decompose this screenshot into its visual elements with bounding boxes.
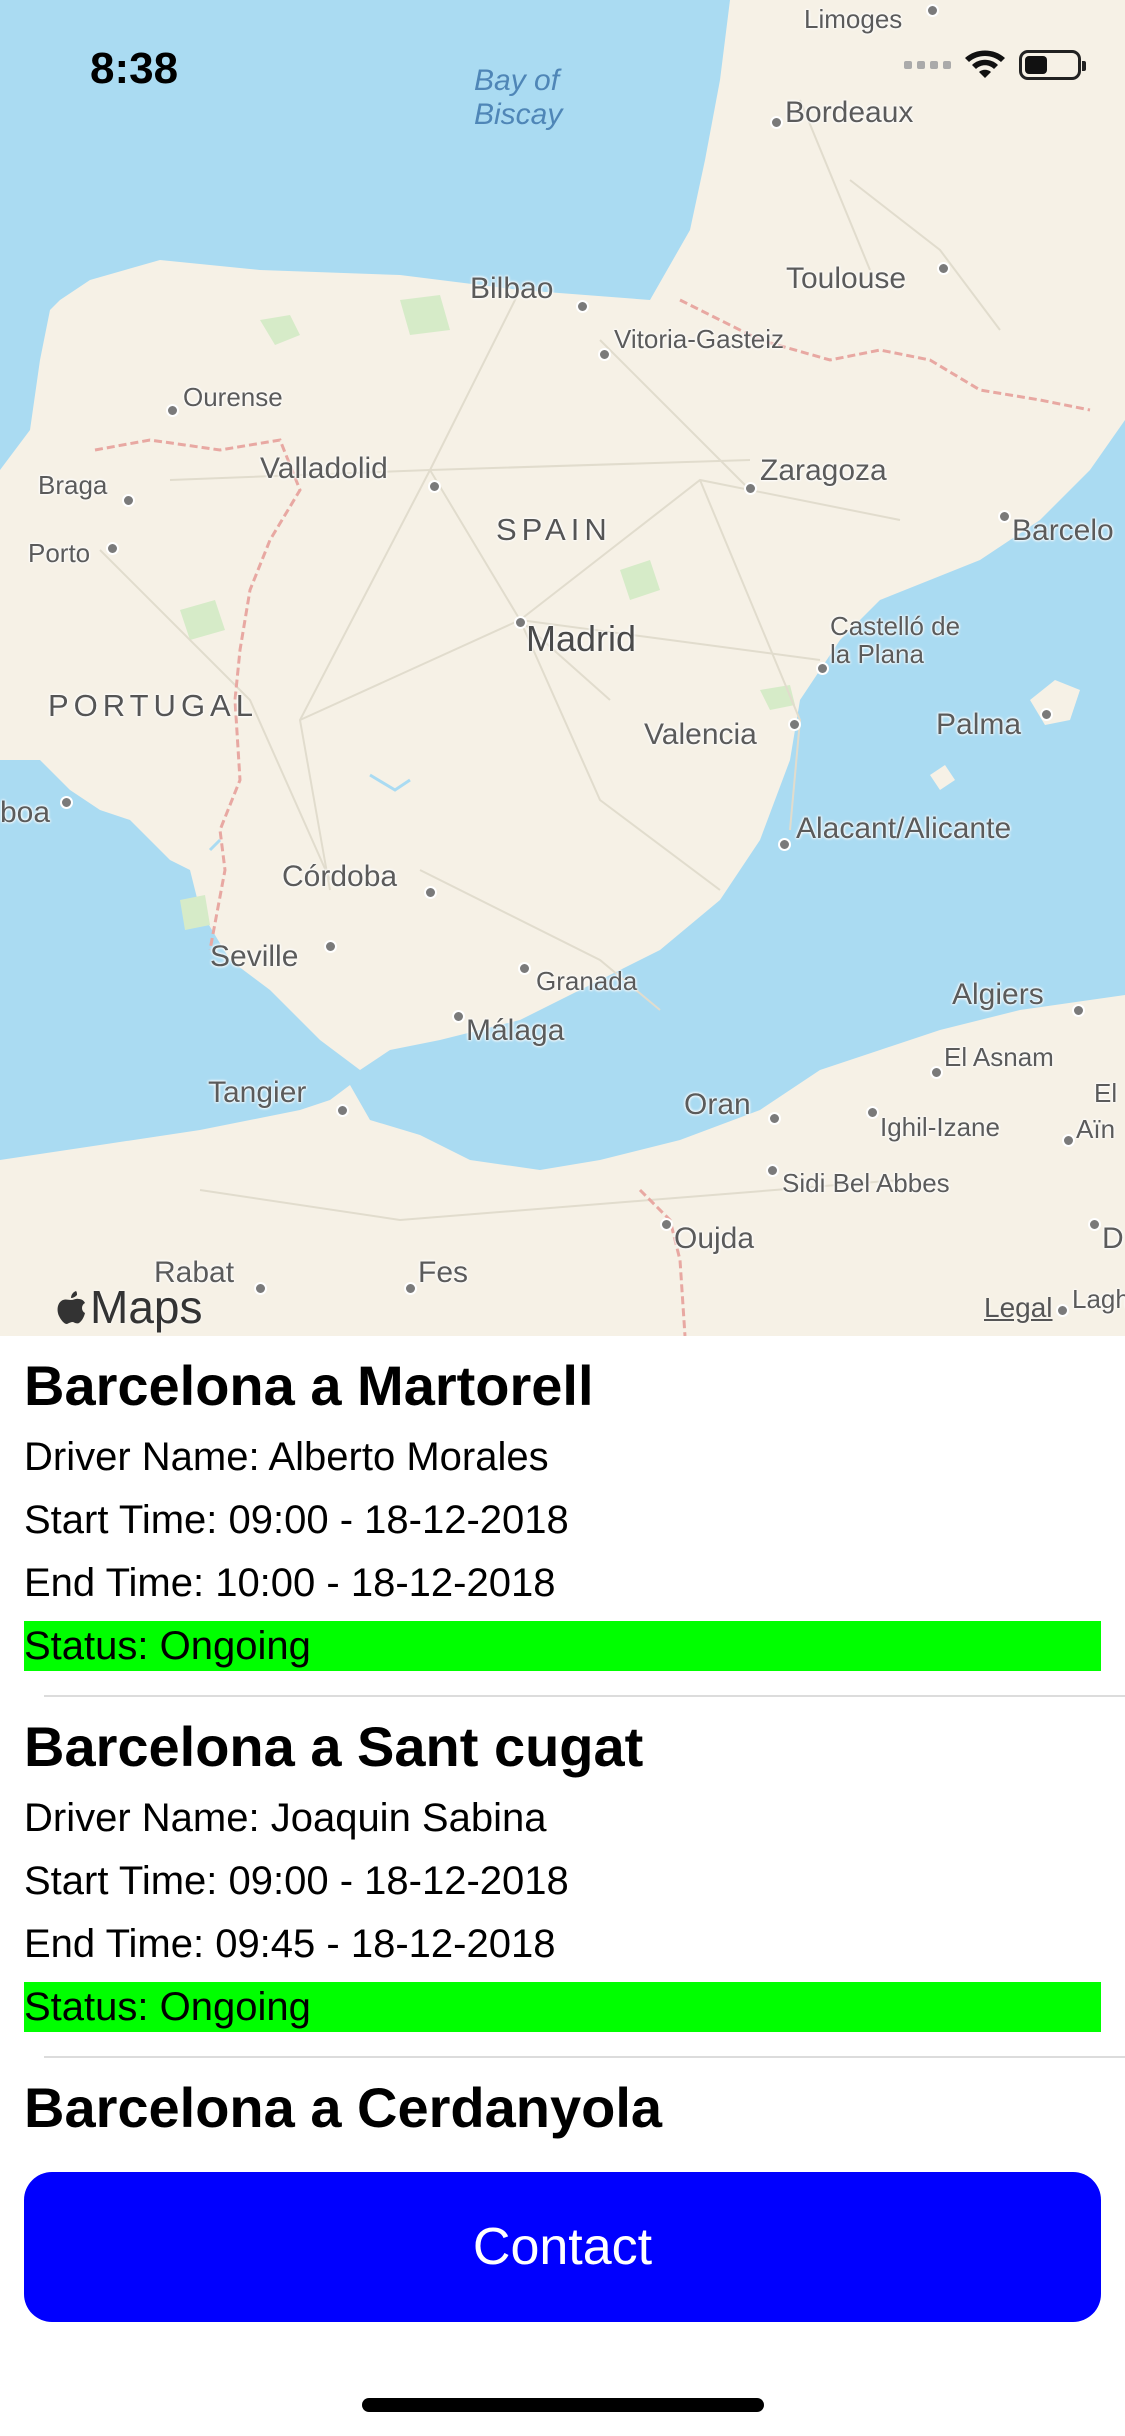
city-label: D <box>1102 1222 1124 1255</box>
city-dot <box>576 300 589 313</box>
city-label: Valladolid <box>260 452 388 485</box>
country-label-portugal: PORTUGAL <box>48 688 258 723</box>
city-label: Sidi Bel Abbes <box>782 1168 950 1198</box>
city-dot <box>324 940 337 953</box>
trip-start-time: Start Time: 09:00 - 18-12-2018 <box>24 1498 569 1542</box>
city-dot <box>1088 1218 1101 1231</box>
city-label: Barcelo <box>1012 514 1114 547</box>
home-indicator[interactable] <box>362 2398 764 2412</box>
city-label: Toulouse <box>786 262 907 295</box>
city-dot <box>926 4 939 17</box>
city-label: Bordeaux <box>785 96 914 129</box>
city-label: Castelló de la Plana <box>830 611 961 669</box>
battery-icon <box>1019 50 1086 80</box>
trip-status-badge: Status: Ongoing <box>24 1621 1101 1671</box>
city-label: Seville <box>210 940 299 973</box>
city-dot <box>816 662 829 675</box>
city-label: Fes <box>418 1256 469 1289</box>
city-dot <box>518 962 531 975</box>
city-dot <box>1072 1004 1085 1017</box>
city-dot <box>1056 1304 1069 1317</box>
city-dot <box>660 1218 673 1231</box>
trip-end-time: End Time: 09:45 - 18-12-2018 <box>24 1922 556 1966</box>
city-dot <box>166 404 179 417</box>
trip-end-time: End Time: 10:00 - 18-12-2018 <box>24 1561 556 1605</box>
city-label: Bilbao <box>470 272 554 305</box>
city-label: Ourense <box>183 382 283 412</box>
trip-title: Barcelona a Cerdanyola <box>24 2076 663 2139</box>
country-label-spain: SPAIN <box>496 512 612 547</box>
city-label: Ighil-Izane <box>880 1112 1000 1142</box>
city-label: Alacant/Alicante <box>796 812 1012 845</box>
city-label: El <box>1094 1078 1118 1108</box>
legal-link[interactable]: Legal <box>984 1292 1053 1324</box>
status-icons <box>904 48 1086 82</box>
city-dot <box>254 1282 267 1295</box>
city-label: Algiers <box>952 978 1044 1011</box>
city-dot <box>336 1104 349 1117</box>
city-dot <box>937 262 950 275</box>
city-dot <box>1062 1134 1075 1147</box>
city-dot <box>428 480 441 493</box>
city-label: Oran <box>684 1088 751 1121</box>
map-view[interactable]: Bay of Biscay SPAIN PORTUGAL Limoges Bor… <box>0 0 1125 1336</box>
city-dot <box>424 886 437 899</box>
apple-maps-logo: Maps <box>54 1280 202 1334</box>
city-label: Oujda <box>674 1222 755 1255</box>
trip-row[interactable]: Barcelona a Martorell Driver Name: Alber… <box>0 1336 1125 1671</box>
trip-driver: Driver Name: Alberto Morales <box>24 1435 549 1479</box>
apple-logo-icon <box>57 1291 85 1324</box>
city-dot <box>866 1106 879 1119</box>
city-label: Porto <box>28 538 91 568</box>
city-dot <box>766 1164 779 1177</box>
city-label: Zaragoza <box>760 454 887 487</box>
city-label-capital: Madrid <box>526 618 637 659</box>
city-dot <box>768 1112 781 1125</box>
cellular-signal-icon <box>904 61 951 69</box>
city-dot <box>1040 708 1053 721</box>
city-label: Aïn <box>1076 1114 1116 1144</box>
contact-button[interactable]: Contact <box>24 2172 1101 2322</box>
city-label: Limoges <box>804 4 903 34</box>
city-dot <box>788 718 801 731</box>
city-dot <box>404 1282 417 1295</box>
city-dot <box>998 510 1011 523</box>
trip-row[interactable]: Barcelona a Sant cugat Driver Name: Joaq… <box>0 1697 1125 2032</box>
trip-list[interactable]: Barcelona a Martorell Driver Name: Alber… <box>0 1336 1125 2148</box>
city-dot <box>598 348 611 361</box>
maps-logo-text: Maps <box>90 1281 203 1333</box>
city-dot <box>744 482 757 495</box>
city-label: boa <box>0 796 51 829</box>
wifi-icon <box>965 50 1005 78</box>
city-dot <box>514 616 527 629</box>
trip-driver: Driver Name: Joaquin Sabina <box>24 1796 547 1840</box>
trip-title: Barcelona a Martorell <box>24 1354 594 1417</box>
city-label: Córdoba <box>282 860 398 893</box>
city-dot <box>106 542 119 555</box>
trip-row[interactable]: Barcelona a Cerdanyola <box>0 2058 1125 2148</box>
city-dot <box>770 116 783 129</box>
trip-status-badge: Status: Ongoing <box>24 1982 1101 2032</box>
city-dot <box>60 796 73 809</box>
city-dot <box>778 838 791 851</box>
city-label: Lagh <box>1072 1284 1125 1314</box>
city-label: Vitoria-Gasteiz <box>614 324 785 354</box>
city-label: Tangier <box>208 1076 307 1109</box>
city-label: El Asnam <box>944 1042 1054 1072</box>
status-time: 8:38 <box>90 44 179 93</box>
city-label: Braga <box>38 470 108 500</box>
city-dot <box>452 1010 465 1023</box>
city-dot <box>930 1066 943 1079</box>
trip-title: Barcelona a Sant cugat <box>24 1715 644 1778</box>
city-label: Granada <box>536 966 638 996</box>
city-label: Málaga <box>466 1014 565 1047</box>
city-label: Palma <box>936 708 1022 741</box>
trip-start-time: Start Time: 09:00 - 18-12-2018 <box>24 1859 569 1903</box>
map-water-label: Bay of Biscay <box>474 64 563 131</box>
city-dot <box>122 494 135 507</box>
city-label: Valencia <box>644 718 757 751</box>
